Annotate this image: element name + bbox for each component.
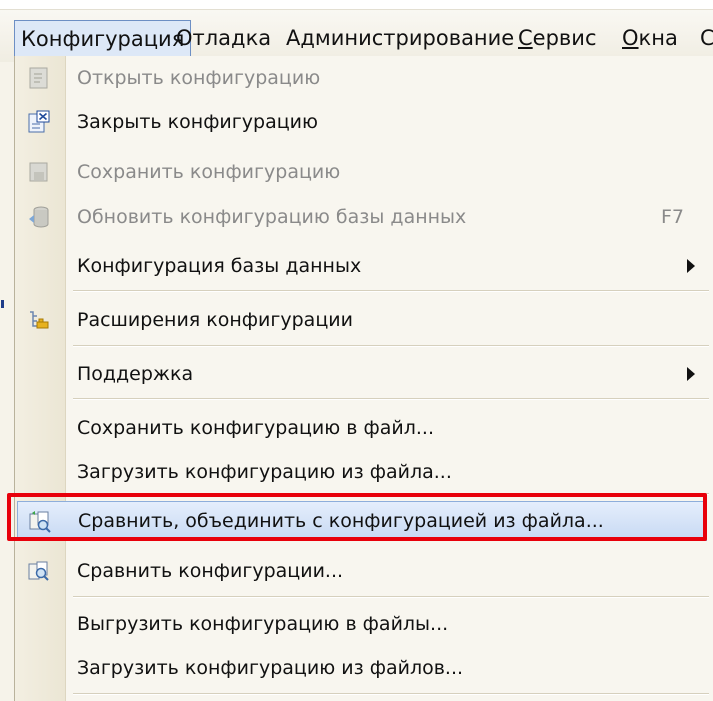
menu-item-label: Сохранить конфигурацию в файл... — [77, 417, 435, 439]
menu-item-export-to-files[interactable]: Выгрузить конфигурацию в файлы... — [15, 604, 713, 644]
open-config-icon — [27, 66, 51, 90]
menu-separator — [73, 693, 709, 695]
menu-item-label: Обновить конфигурацию базы данных — [77, 206, 467, 228]
menu-item-label: Открыть конфигурацию — [77, 67, 321, 89]
menu-item-open-config[interactable]: Открыть конфигурацию — [15, 58, 713, 98]
extensions-icon — [27, 308, 51, 332]
menu-item-label: Загрузить конфигурацию из файлов... — [77, 657, 464, 679]
compare-icon — [27, 559, 51, 583]
shortcut-label: F7 — [660, 206, 684, 228]
menu-separator — [73, 345, 709, 347]
update-db-icon — [27, 205, 51, 229]
menu-windows[interactable]: Окна — [622, 20, 678, 56]
menu-item-support[interactable]: Поддержка — [15, 354, 713, 394]
menu-item-label: Сравнить конфигурации... — [77, 560, 344, 582]
menu-item-extensions[interactable]: Расширения конфигурации — [15, 300, 713, 340]
menu-item-close-config[interactable]: Закрыть конфигурацию — [15, 102, 713, 142]
menu-item-label: Поддержка — [77, 363, 194, 385]
menu-debug[interactable]: Отладка — [176, 20, 271, 56]
menu-separator — [73, 398, 709, 400]
menu-bar: Конфигурация Отладка Администрирование С… — [0, 0, 713, 62]
menu-item-label: Расширения конфигурации — [77, 309, 353, 331]
menu-item-label: Загрузить конфигурацию из файла... — [77, 461, 452, 483]
window-edge-marker — [1, 300, 4, 308]
menu-service[interactable]: Сервис — [518, 20, 597, 56]
menu-item-save-to-file[interactable]: Сохранить конфигурацию в файл... — [15, 408, 713, 448]
menu-item-label: Конфигурация базы данных — [77, 255, 362, 277]
menu-item-save-config[interactable]: Сохранить конфигурацию — [15, 152, 713, 192]
menu-configuration[interactable]: Конфигурация — [14, 20, 192, 56]
highlight-callout-box — [7, 493, 707, 541]
close-config-icon — [27, 110, 51, 134]
save-config-icon — [27, 160, 51, 184]
submenu-arrow-icon — [687, 367, 695, 381]
configuration-dropdown: Открыть конфигурацию Закрыть конфигураци… — [14, 56, 713, 701]
menu-help-partial[interactable]: С — [700, 20, 713, 56]
menu-item-label: Закрыть конфигурацию — [77, 111, 318, 133]
menu-item-update-db-config[interactable]: Обновить конфигурацию базы данных F7 — [15, 197, 713, 237]
menu-item-label: Выгрузить конфигурацию в файлы... — [77, 613, 449, 635]
menu-item-label: Сохранить конфигурацию — [77, 161, 341, 183]
menu-item-compare-configs[interactable]: Сравнить конфигурации... — [15, 551, 713, 591]
menu-separator — [73, 596, 709, 598]
window-top-edge — [0, 0, 713, 10]
menu-item-db-config[interactable]: Конфигурация базы данных — [15, 246, 713, 286]
menu-item-load-from-file[interactable]: Загрузить конфигурацию из файла... — [15, 452, 713, 492]
menu-item-load-from-files[interactable]: Загрузить конфигурацию из файлов... — [15, 648, 713, 688]
menu-separator — [73, 290, 709, 292]
submenu-arrow-icon — [687, 259, 695, 273]
menu-administration[interactable]: Администрирование — [286, 20, 514, 56]
